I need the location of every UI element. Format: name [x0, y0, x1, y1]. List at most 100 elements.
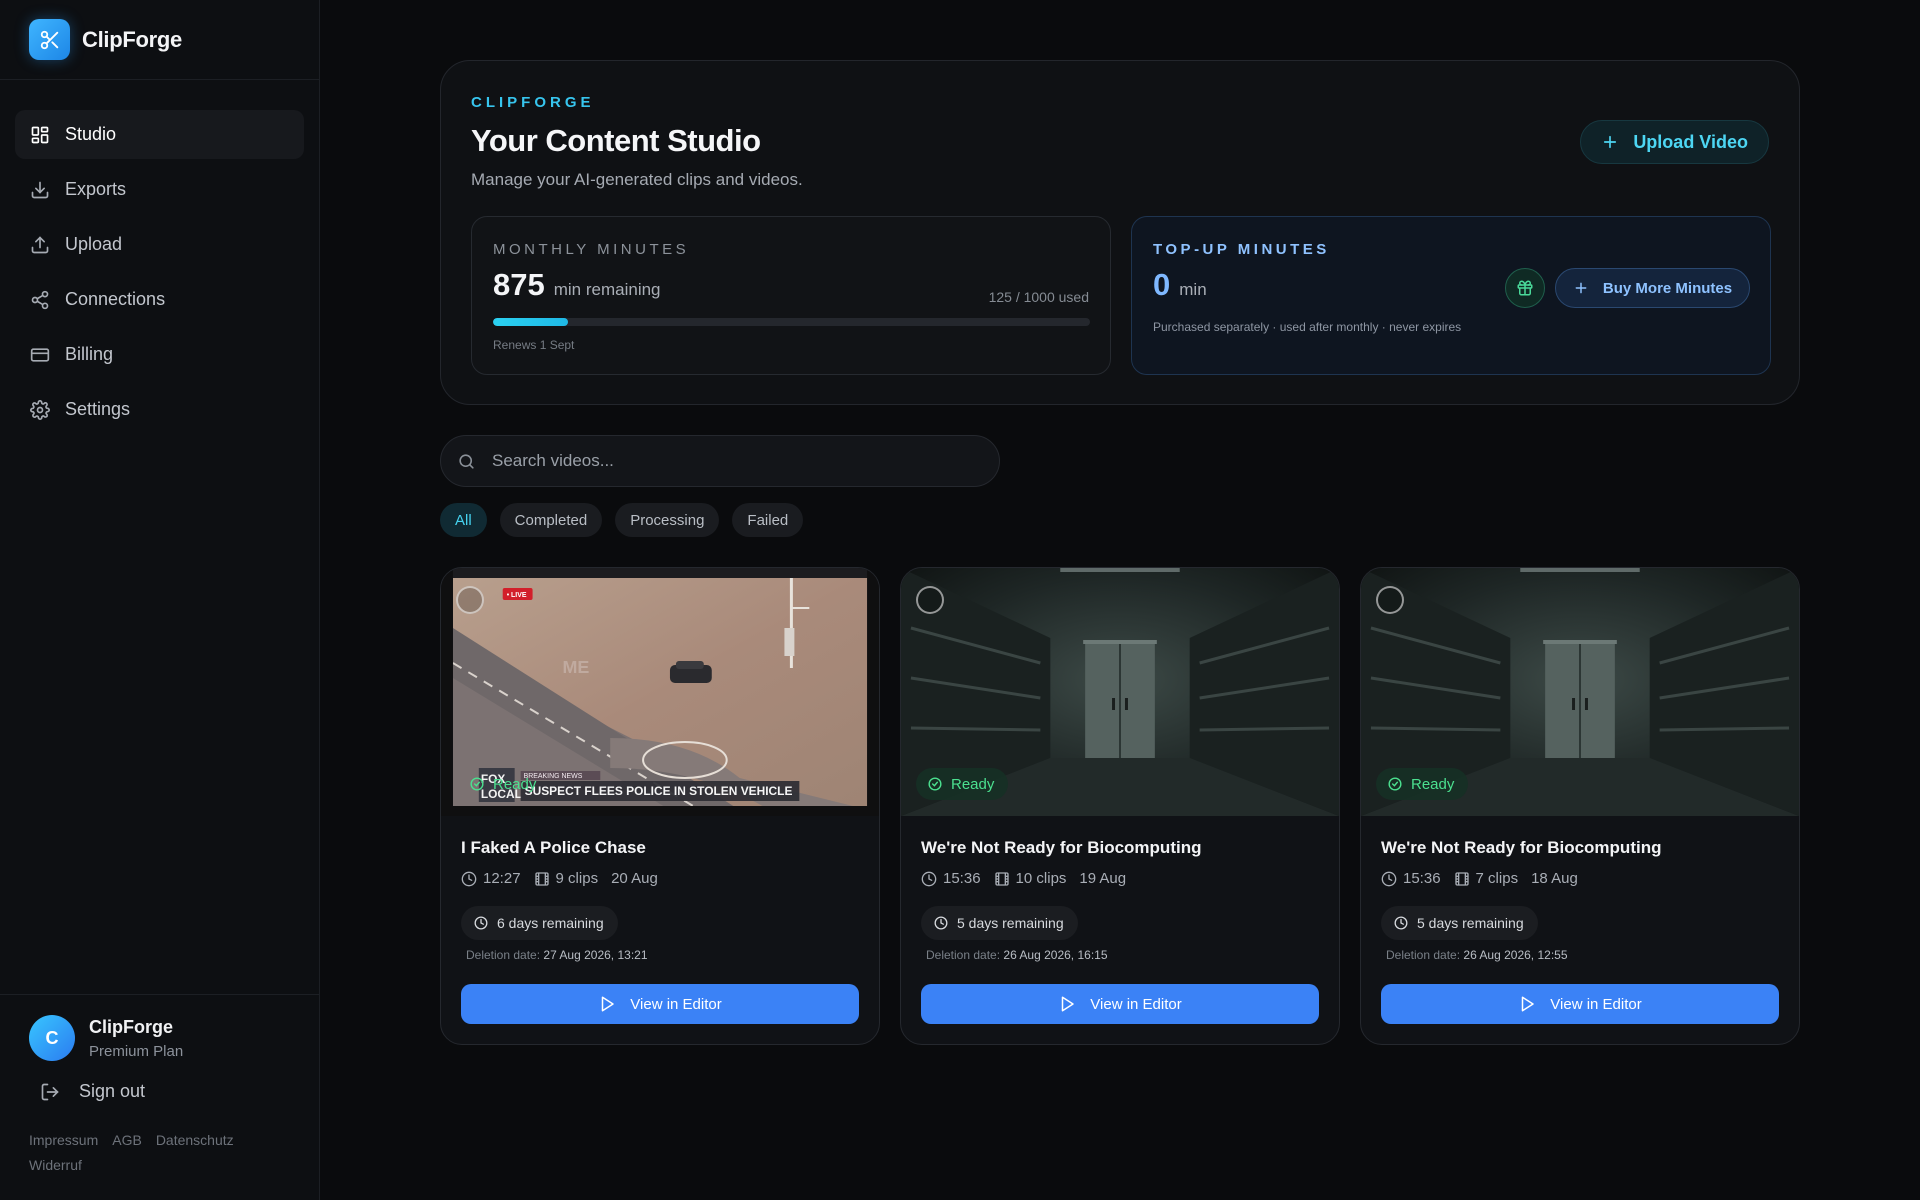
view-in-editor-label: View in Editor [630, 995, 722, 1013]
filter-completed[interactable]: Completed [499, 503, 603, 537]
status-badge: Ready [456, 768, 550, 800]
video-clips: 9 clips [555, 870, 599, 887]
days-remaining-badge: 5 days remaining [921, 906, 1078, 940]
gift-button[interactable] [1505, 268, 1545, 308]
days-remaining-badge: 6 days remaining [461, 906, 618, 940]
topup-minutes-value: 0 [1153, 267, 1171, 302]
search-input[interactable] [492, 451, 972, 471]
page-subtitle: Manage your AI-generated clips and video… [471, 170, 803, 189]
topup-minutes-unit: min [1179, 280, 1207, 299]
usage-progress-fill [493, 318, 568, 326]
gear-icon [30, 399, 50, 420]
video-duration: 12:27 [483, 870, 521, 887]
select-checkbox[interactable] [456, 586, 484, 614]
search-icon [457, 452, 476, 471]
video-meta: 15:36 7 clips 18 Aug [1381, 870, 1591, 887]
svg-text:ME: ME [562, 657, 589, 677]
status-badge: Ready [1376, 768, 1469, 800]
status-label: Ready [951, 775, 995, 793]
filter-processing[interactable]: Processing [615, 503, 720, 537]
news-ticker-text: SUSPECT FLEES POLICE IN STOLEN VEHICLE [525, 784, 793, 798]
sidebar-item-settings[interactable]: Settings [15, 385, 304, 434]
play-icon [598, 995, 616, 1013]
sidebar-item-billing[interactable]: Billing [15, 330, 304, 379]
view-in-editor-label: View in Editor [1090, 995, 1182, 1013]
video-title[interactable]: We're Not Ready for Biocomputing [921, 838, 1201, 858]
upload-icon [30, 235, 50, 255]
video-card: • LIVE ME FOX LOCAL BREAKING NEWS SUSPEC… [440, 567, 880, 1045]
view-in-editor-label: View in Editor [1550, 995, 1642, 1013]
grid-icon [30, 125, 50, 145]
video-thumbnail[interactable]: • LIVE ME FOX LOCAL BREAKING NEWS SUSPEC… [441, 568, 879, 816]
video-date: 19 Aug [1079, 870, 1127, 887]
play-icon [1058, 995, 1076, 1013]
status-badge: Ready [916, 768, 1009, 800]
days-remaining-badge: 5 days remaining [1381, 906, 1538, 940]
upload-video-button[interactable]: Upload Video [1580, 120, 1769, 164]
video-thumbnail[interactable]: Ready [901, 568, 1339, 816]
sidebar-item-studio[interactable]: Studio [15, 110, 304, 159]
film-icon [1454, 871, 1470, 887]
video-duration: 15:36 [943, 870, 981, 887]
deletion-date-label: Deletion date: [466, 948, 541, 962]
sidebar-item-label: Upload [65, 234, 123, 254]
plus-icon [1601, 133, 1619, 151]
filter-failed[interactable]: Failed [732, 503, 804, 537]
avatar: C [29, 1015, 75, 1061]
deletion-date-label: Deletion date: [1386, 948, 1461, 962]
video-date: 20 Aug [611, 870, 658, 887]
view-in-editor-button[interactable]: View in Editor [921, 984, 1319, 1024]
sidebar-item-label: Studio [65, 124, 117, 144]
view-in-editor-button[interactable]: View in Editor [461, 984, 859, 1024]
play-icon [1518, 995, 1536, 1013]
buy-more-minutes-button[interactable]: Buy More Minutes [1555, 268, 1750, 308]
status-label: Ready [1411, 775, 1455, 793]
usage-progress-bar [493, 318, 1090, 326]
buy-more-minutes-label: Buy More Minutes [1602, 279, 1733, 297]
clock-icon [934, 916, 948, 930]
share-icon [30, 290, 50, 310]
video-title[interactable]: I Faked A Police Chase [461, 838, 646, 858]
footer-link-datenschutz[interactable]: Datenschutz [156, 1128, 234, 1153]
select-checkbox[interactable] [1376, 586, 1404, 614]
clock-icon [1381, 871, 1397, 887]
sidebar-item-upload[interactable]: Upload [15, 220, 304, 269]
footer-link-agb[interactable]: AGB [112, 1128, 142, 1153]
clock-icon [474, 916, 488, 930]
status-filters: All Completed Processing Failed [440, 503, 816, 537]
brand[interactable]: ClipForge [0, 0, 319, 80]
sign-out-button[interactable]: Sign out [0, 1061, 320, 1102]
deletion-date-label: Deletion date: [926, 948, 1001, 962]
monthly-minutes-used: 125 / 1000 used [988, 289, 1089, 305]
clock-icon [921, 871, 937, 887]
footer-link-impressum[interactable]: Impressum [29, 1128, 98, 1153]
sidebar-footer: C ClipForge Premium Plan Sign out Impres… [0, 994, 320, 1200]
credit-card-icon [30, 345, 50, 365]
monthly-minutes-unit: min remaining [553, 280, 661, 299]
check-circle-icon [470, 777, 484, 791]
deletion-date-value: 26 Aug 2026, 12:55 [1463, 948, 1568, 962]
user-profile[interactable]: C ClipForge Premium Plan [0, 995, 320, 1061]
footer-link-widerruf[interactable]: Widerruf [29, 1153, 82, 1178]
filter-all[interactable]: All [440, 503, 487, 537]
gift-icon [1516, 279, 1534, 297]
check-circle-icon [1388, 777, 1402, 791]
topup-note: Purchased separately · used after monthl… [1153, 320, 1462, 334]
sign-out-label: Sign out [79, 1081, 146, 1101]
monthly-minutes-card: MONTHLY MINUTES 875 min remaining 125 / … [471, 216, 1111, 375]
clock-icon [1394, 916, 1408, 930]
video-date: 18 Aug [1531, 870, 1578, 887]
page-title: Your Content Studio [471, 123, 761, 158]
upload-video-label: Upload Video [1633, 131, 1748, 152]
sidebar-item-exports[interactable]: Exports [15, 165, 304, 214]
log-out-icon [40, 1082, 60, 1102]
sidebar-nav: Studio Exports Upload Connections Billin… [0, 80, 319, 434]
renews-text: Renews 1 Sept [493, 338, 575, 352]
select-checkbox[interactable] [916, 586, 944, 614]
monthly-minutes-value: 875 [493, 267, 545, 302]
video-thumbnail[interactable]: Ready [1361, 568, 1799, 816]
video-title[interactable]: We're Not Ready for Biocomputing [1381, 838, 1661, 858]
sidebar-item-connections[interactable]: Connections [15, 275, 304, 324]
view-in-editor-button[interactable]: View in Editor [1381, 984, 1779, 1024]
studio-header-panel: CLIPFORGE Your Content Studio Manage you… [440, 60, 1800, 405]
